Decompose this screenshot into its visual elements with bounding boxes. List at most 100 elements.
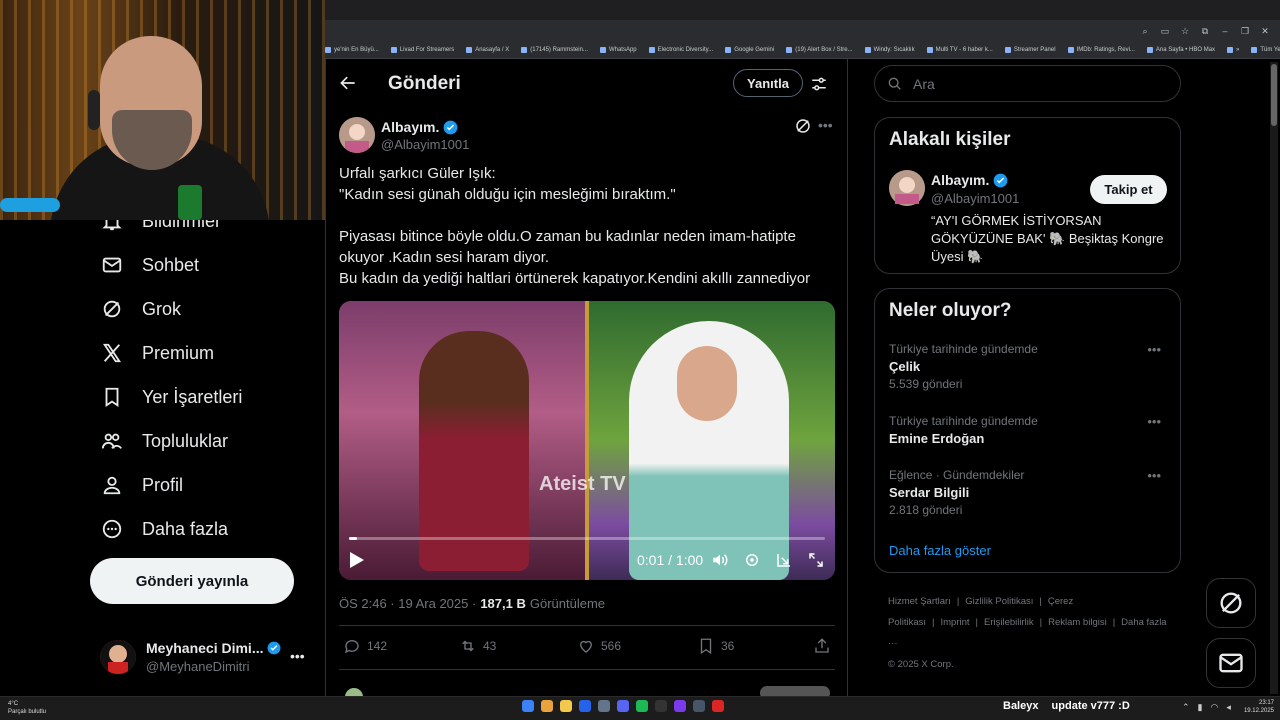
author-name-text: Albayım. — [381, 119, 440, 135]
mic-icon[interactable]: ▮ — [1198, 702, 1203, 713]
trend-more-icon[interactable]: ••• — [1147, 414, 1161, 429]
footer-link[interactable]: Erişilebilirlik — [984, 617, 1034, 628]
cast-icon[interactable]: ▭ — [1160, 26, 1170, 36]
reply-action[interactable]: 142 — [343, 637, 387, 655]
related-handle[interactable]: @Albayim1001 — [931, 191, 1019, 206]
repost-action[interactable]: 43 — [459, 637, 496, 655]
share-action[interactable] — [813, 637, 831, 655]
footer-link[interactable]: Reklam bilgisi — [1048, 617, 1107, 628]
nav-item-yer-i-şaretleri[interactable]: Yer İşaretleri — [100, 382, 242, 412]
nav-item-profil[interactable]: Profil — [100, 470, 183, 500]
system-tray: ⌃ ▮ ◠ ◂ — [1182, 702, 1231, 713]
clock[interactable]: 23:17 19.12.2025 — [1240, 699, 1274, 715]
post-button[interactable]: Gönderi yayınla — [90, 558, 294, 604]
volume-icon[interactable] — [711, 551, 729, 569]
show-more-link[interactable]: Daha fazla göster — [889, 543, 991, 558]
account-more-icon[interactable]: ••• — [290, 648, 305, 664]
bookmark-item[interactable]: Tüm Yer İşaretleri — [1251, 47, 1280, 53]
weather-widget[interactable]: 4°C Parçalı bulutlu — [8, 700, 46, 716]
steam-icon[interactable] — [598, 700, 610, 712]
more-circle-icon — [100, 517, 124, 541]
scrollbar-thumb[interactable] — [1271, 64, 1277, 126]
nav-item-grok[interactable]: Grok — [100, 294, 181, 324]
star-icon[interactable]: ☆ — [1180, 26, 1190, 36]
reply-button[interactable]: Yanıtla — [733, 69, 803, 97]
bookmark-item[interactable]: » — [1227, 47, 1239, 53]
scrollbar[interactable] — [1270, 62, 1278, 694]
chrome-icon[interactable] — [541, 700, 553, 712]
bookmark-item[interactable]: Windy: Sıcaklık — [864, 47, 915, 53]
chevron-up-icon[interactable]: ⌃ — [1182, 702, 1190, 713]
settings-icon[interactable] — [743, 551, 761, 569]
grok-icon[interactable] — [794, 117, 812, 135]
trend-more-icon[interactable]: ••• — [1147, 468, 1161, 483]
bookmark-item[interactable]: Ana Sayfa • HBO Max — [1146, 47, 1215, 53]
wifi-icon[interactable]: ◠ — [1211, 702, 1219, 713]
nav-item-sohbet[interactable]: Sohbet — [100, 250, 199, 280]
filter-icon[interactable] — [810, 75, 828, 93]
bookmark-item[interactable]: Livad For Streamers — [390, 47, 454, 53]
trend-more-icon[interactable]: ••• — [1147, 342, 1161, 357]
author-avatar[interactable] — [339, 117, 375, 153]
grok-icon — [1220, 592, 1242, 614]
bookmark-item[interactable]: (17145) Rammstein... — [521, 47, 588, 53]
search-icon[interactable]: ⌕ — [1140, 26, 1150, 36]
bookmark-action[interactable]: 36 — [697, 637, 734, 655]
restore-icon[interactable]: ❐ — [1240, 26, 1250, 36]
back-arrow-icon[interactable] — [338, 73, 358, 93]
nav-item-premium[interactable]: Premium — [100, 338, 214, 368]
nav-item-label: Premium — [142, 342, 215, 363]
trend-item[interactable]: Eğlence · Gündemdekiler Serdar Bilgili 2… — [889, 468, 1169, 517]
footer-link[interactable]: Hizmet Şartları — [888, 596, 951, 607]
post-more-icon[interactable]: ••• — [818, 117, 833, 133]
search-input[interactable]: Ara — [874, 65, 1181, 102]
author-handle[interactable]: @Albayim1001 — [381, 137, 469, 152]
bookmark-item[interactable]: Google Gemini — [725, 47, 774, 53]
video-player[interactable]: Ateist TV 0:01 / 1:00 — [339, 301, 835, 580]
app-icon[interactable] — [712, 700, 724, 712]
spotify-icon[interactable] — [636, 700, 648, 712]
discord-icon[interactable] — [617, 700, 629, 712]
messages-button[interactable] — [1206, 638, 1256, 688]
trend-item[interactable]: Türkiye tarihinde gündemde Emine Erdoğan… — [889, 414, 1169, 446]
bookmark-label: WhatsApp — [608, 47, 637, 53]
bookmark-item[interactable]: Multi TV - 6 haber k... — [926, 47, 993, 53]
app-icon[interactable] — [655, 700, 667, 712]
play-icon[interactable] — [349, 551, 365, 569]
footer-link[interactable]: Imprint — [940, 617, 969, 628]
close-icon[interactable]: ✕ — [1260, 26, 1270, 36]
bookmark-item[interactable]: Streamer Panel — [1004, 47, 1056, 53]
author-name[interactable]: Albayım. — [381, 119, 458, 135]
video-progress-bar[interactable] — [349, 537, 825, 540]
footer-link[interactable]: Gizlilik Politikası — [965, 596, 1033, 607]
like-action[interactable]: 566 — [577, 637, 621, 655]
app-icon[interactable] — [674, 700, 686, 712]
nav-item-topluluklar[interactable]: Topluluklar — [100, 426, 228, 456]
follow-button[interactable]: Takip et — [1090, 175, 1167, 204]
related-avatar[interactable] — [889, 170, 925, 206]
bookmark-item[interactable]: Electronic Diversity... — [648, 47, 713, 53]
related-name[interactable]: Albayım. — [931, 172, 1008, 188]
start-icon[interactable] — [522, 700, 534, 712]
app-icon[interactable] — [579, 700, 591, 712]
pip-icon[interactable] — [775, 551, 793, 569]
bookmark-item[interactable]: (19) Alert Box / Stre... — [786, 47, 853, 53]
panel-title: Alakalı kişiler — [889, 129, 1011, 150]
grok-button[interactable] — [1206, 578, 1256, 628]
speaker-icon[interactable]: ◂ — [1226, 702, 1231, 713]
extensions-icon[interactable]: ⧉ — [1200, 26, 1210, 36]
bookmark-item[interactable]: IMDb: Ratings, Revi... — [1067, 47, 1135, 53]
minimize-icon[interactable]: – — [1220, 26, 1230, 36]
account-name[interactable]: Meyhaneci Dimi... — [146, 640, 281, 656]
nav-item-daha-fazla[interactable]: Daha fazla — [100, 514, 228, 544]
bookmark-item[interactable]: Anasayfa / X — [466, 47, 509, 53]
bookmark-favicon-icon — [786, 47, 793, 53]
bookmark-item[interactable]: WhatsApp — [599, 47, 637, 53]
fullscreen-icon[interactable] — [807, 551, 825, 569]
trend-item[interactable]: Türkiye tarihinde gündemde Çelik 5.539 g… — [889, 342, 1169, 391]
bookmark-item[interactable]: ye'nin En Büyü... — [325, 47, 379, 53]
account-avatar[interactable] — [100, 640, 136, 674]
app-icon[interactable] — [693, 700, 705, 712]
post-timestamp[interactable]: ÖS 2:46 · 19 Ara 2025 · — [339, 596, 476, 611]
folder-icon[interactable] — [560, 700, 572, 712]
